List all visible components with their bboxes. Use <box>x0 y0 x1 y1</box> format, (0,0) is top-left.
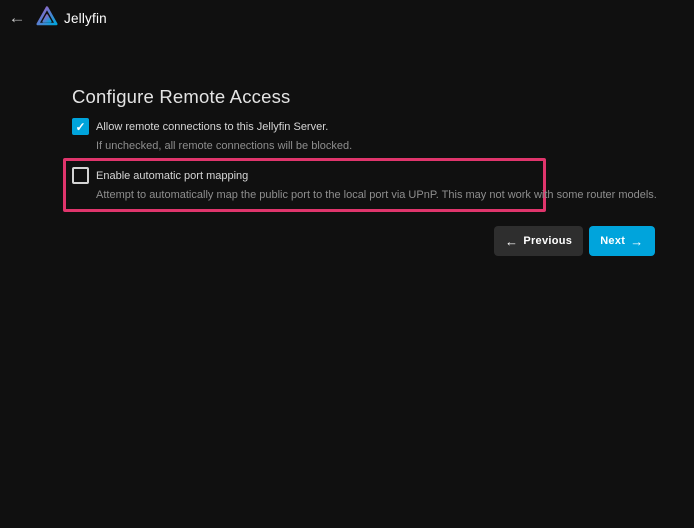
jellyfin-logo-text: Jellyfin <box>64 11 107 26</box>
next-button[interactable]: Next → <box>589 226 654 256</box>
previous-button[interactable]: ← Previous <box>494 226 583 256</box>
wizard-button-row: ← Previous Next → <box>494 226 655 256</box>
port-mapping-label[interactable]: Enable automatic port mapping <box>96 170 248 182</box>
previous-button-label: Previous <box>523 235 572 247</box>
remote-connections-label[interactable]: Allow remote connections to this Jellyfi… <box>96 121 328 133</box>
jellyfin-logo-icon <box>36 5 58 32</box>
remote-connections-help-text: If unchecked, all remote connections wil… <box>96 140 352 152</box>
port-mapping-option: Enable automatic port mapping Attempt to… <box>72 167 657 201</box>
page-title: Configure Remote Access <box>72 86 290 108</box>
back-arrow-icon: ← <box>9 8 26 28</box>
next-button-label: Next <box>600 235 625 247</box>
arrow-right-icon: → <box>630 235 643 248</box>
arrow-left-icon: ← <box>505 235 518 248</box>
remote-connections-checkbox[interactable]: ✓ <box>72 118 89 135</box>
port-mapping-checkbox[interactable] <box>72 167 89 184</box>
port-mapping-help-text: Attempt to automatically map the public … <box>96 189 657 201</box>
jellyfin-logo[interactable]: Jellyfin <box>36 5 107 32</box>
checkmark-icon: ✓ <box>75 121 85 133</box>
remote-connections-option: ✓ Allow remote connections to this Jelly… <box>72 118 352 152</box>
back-button[interactable]: ← <box>5 6 29 30</box>
